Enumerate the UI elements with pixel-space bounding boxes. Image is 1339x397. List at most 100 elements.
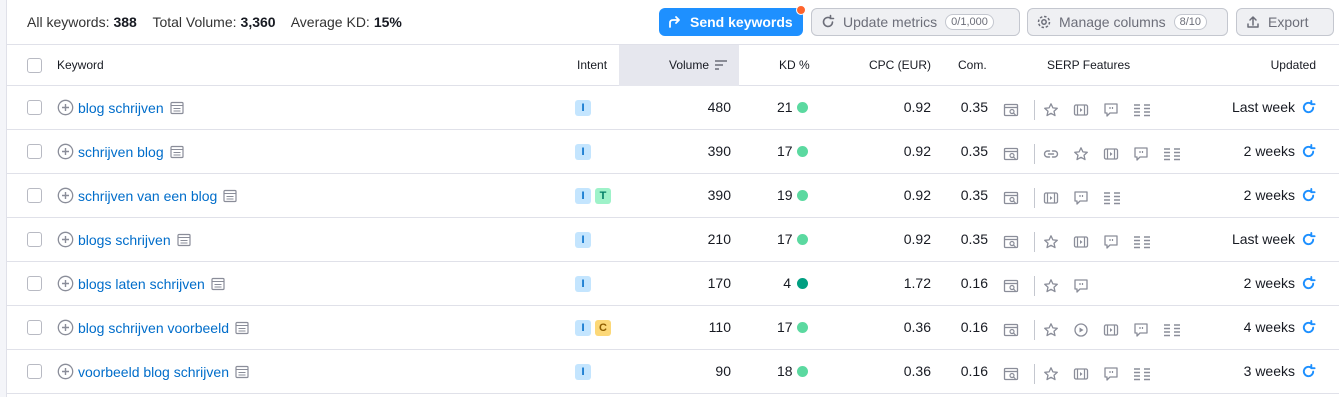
play-icon[interactable] bbox=[1073, 322, 1096, 338]
quote-icon[interactable] bbox=[1103, 366, 1126, 382]
keyword-link[interactable]: blogs schrijven bbox=[78, 232, 171, 248]
list-icon[interactable] bbox=[1133, 102, 1158, 118]
serp-snapshot-icon[interactable] bbox=[1003, 366, 1026, 382]
link-icon[interactable] bbox=[1043, 146, 1066, 162]
video-icon[interactable] bbox=[1073, 102, 1096, 118]
serp-snapshot-icon[interactable] bbox=[1003, 190, 1026, 206]
keyword-link[interactable]: schrijven van een blog bbox=[78, 188, 217, 204]
star-icon[interactable] bbox=[1043, 366, 1066, 382]
kd-difficulty-dot bbox=[797, 145, 808, 157]
add-to-list-icon[interactable] bbox=[57, 99, 74, 116]
column-com[interactable]: Com. bbox=[958, 58, 987, 72]
keyword-link[interactable]: voorbeeld blog schrijven bbox=[78, 364, 229, 380]
video-icon[interactable] bbox=[1103, 146, 1126, 162]
star-icon[interactable] bbox=[1073, 146, 1096, 162]
keyword-link[interactable]: blogs laten schrijven bbox=[78, 276, 205, 292]
keyword-link[interactable]: schrijven blog bbox=[78, 144, 164, 160]
keyword-table-panel: All keywords: 388 Total Volume: 3,360 Aver… bbox=[6, 0, 1339, 397]
quote-icon[interactable] bbox=[1103, 234, 1126, 250]
list-icon[interactable] bbox=[1163, 146, 1188, 162]
row-checkbox[interactable] bbox=[27, 232, 42, 247]
video-icon[interactable] bbox=[1073, 366, 1096, 382]
column-keyword[interactable]: Keyword bbox=[57, 58, 104, 72]
video-icon[interactable] bbox=[1073, 234, 1096, 250]
video-icon[interactable] bbox=[1043, 190, 1066, 206]
serp-snapshot-icon[interactable] bbox=[1003, 146, 1026, 162]
update-metrics-button[interactable]: Update metrics 0/1,000 bbox=[811, 8, 1020, 36]
add-to-list-icon[interactable] bbox=[57, 363, 74, 380]
serp-snapshot-icon[interactable] bbox=[1003, 234, 1026, 250]
serp-preview-icon[interactable] bbox=[170, 145, 184, 159]
select-all-checkbox[interactable] bbox=[27, 58, 42, 73]
kd-value: 21 bbox=[777, 99, 793, 115]
add-to-list-icon[interactable] bbox=[57, 231, 74, 248]
refresh-row-icon[interactable] bbox=[1295, 363, 1316, 379]
update-metrics-count: 0/1,000 bbox=[945, 14, 994, 30]
serp-preview-icon[interactable] bbox=[223, 189, 237, 203]
intent-informational-badge: I bbox=[575, 188, 591, 204]
serp-preview-icon[interactable] bbox=[235, 365, 249, 379]
keyword-cell: blog schrijven bbox=[57, 99, 184, 116]
competition-value: 0.35 bbox=[960, 99, 988, 115]
list-icon[interactable] bbox=[1133, 234, 1158, 250]
column-updated[interactable]: Updated bbox=[1271, 58, 1316, 72]
row-checkbox[interactable] bbox=[27, 188, 42, 203]
video-icon[interactable] bbox=[1103, 322, 1126, 338]
quote-icon[interactable] bbox=[1103, 102, 1126, 118]
notification-dot bbox=[796, 5, 806, 15]
star-icon[interactable] bbox=[1043, 322, 1066, 338]
column-serp-features[interactable]: SERP Features bbox=[1047, 58, 1130, 72]
divider bbox=[1034, 320, 1035, 340]
serp-snapshot-icon[interactable] bbox=[1003, 278, 1026, 294]
add-to-list-icon[interactable] bbox=[57, 143, 74, 160]
star-icon[interactable] bbox=[1043, 278, 1066, 294]
kd-cell: 17 bbox=[777, 143, 808, 159]
refresh-row-icon[interactable] bbox=[1295, 231, 1316, 247]
refresh-row-icon[interactable] bbox=[1295, 275, 1316, 291]
refresh-row-icon[interactable] bbox=[1295, 99, 1316, 115]
list-icon[interactable] bbox=[1163, 322, 1188, 338]
row-checkbox[interactable] bbox=[27, 364, 42, 379]
quote-icon[interactable] bbox=[1133, 322, 1156, 338]
serp-preview-icon[interactable] bbox=[170, 101, 184, 115]
cpc-value: 0.36 bbox=[903, 363, 931, 379]
send-keywords-button[interactable]: Send keywords bbox=[659, 5, 806, 36]
table-row: blogs schrijven I 210 17 0.92 0.35 Last … bbox=[7, 218, 1339, 262]
refresh-row-icon[interactable] bbox=[1295, 187, 1316, 203]
row-checkbox[interactable] bbox=[27, 100, 42, 115]
add-to-list-icon[interactable] bbox=[57, 319, 74, 336]
intent-cell: IT bbox=[575, 188, 615, 204]
list-icon[interactable] bbox=[1103, 190, 1128, 206]
serp-snapshot-icon[interactable] bbox=[1003, 102, 1026, 118]
keyword-cell: schrijven blog bbox=[57, 143, 184, 160]
serp-preview-icon[interactable] bbox=[211, 277, 225, 291]
quote-icon[interactable] bbox=[1073, 190, 1096, 206]
refresh-row-icon[interactable] bbox=[1295, 143, 1316, 159]
serp-preview-icon[interactable] bbox=[177, 233, 191, 247]
keyword-link[interactable]: blog schrijven voorbeeld bbox=[78, 320, 229, 336]
average-kd-value: 15% bbox=[373, 14, 402, 30]
column-volume[interactable]: Volume bbox=[669, 58, 728, 72]
export-button[interactable]: Export bbox=[1236, 8, 1334, 36]
add-to-list-icon[interactable] bbox=[57, 187, 74, 204]
row-checkbox[interactable] bbox=[27, 320, 42, 335]
manage-columns-button[interactable]: Manage columns 8/10 bbox=[1027, 8, 1228, 36]
quote-icon[interactable] bbox=[1073, 278, 1096, 294]
competition-value: 0.35 bbox=[960, 143, 988, 159]
star-icon[interactable] bbox=[1043, 102, 1066, 118]
table-row: schrijven van een blog IT 390 19 0.92 0.… bbox=[7, 174, 1339, 218]
keyword-link[interactable]: blog schrijven bbox=[78, 100, 164, 116]
serp-preview-icon[interactable] bbox=[235, 321, 249, 335]
add-to-list-icon[interactable] bbox=[57, 275, 74, 292]
column-cpc[interactable]: CPC (EUR) bbox=[869, 58, 931, 72]
list-icon[interactable] bbox=[1133, 366, 1158, 382]
column-intent[interactable]: Intent bbox=[577, 58, 607, 72]
kd-difficulty-dot bbox=[797, 233, 808, 245]
star-icon[interactable] bbox=[1043, 234, 1066, 250]
quote-icon[interactable] bbox=[1133, 146, 1156, 162]
row-checkbox[interactable] bbox=[27, 276, 42, 291]
row-checkbox[interactable] bbox=[27, 144, 42, 159]
refresh-row-icon[interactable] bbox=[1295, 319, 1316, 335]
column-kd[interactable]: KD % bbox=[779, 58, 810, 72]
serp-snapshot-icon[interactable] bbox=[1003, 322, 1026, 338]
